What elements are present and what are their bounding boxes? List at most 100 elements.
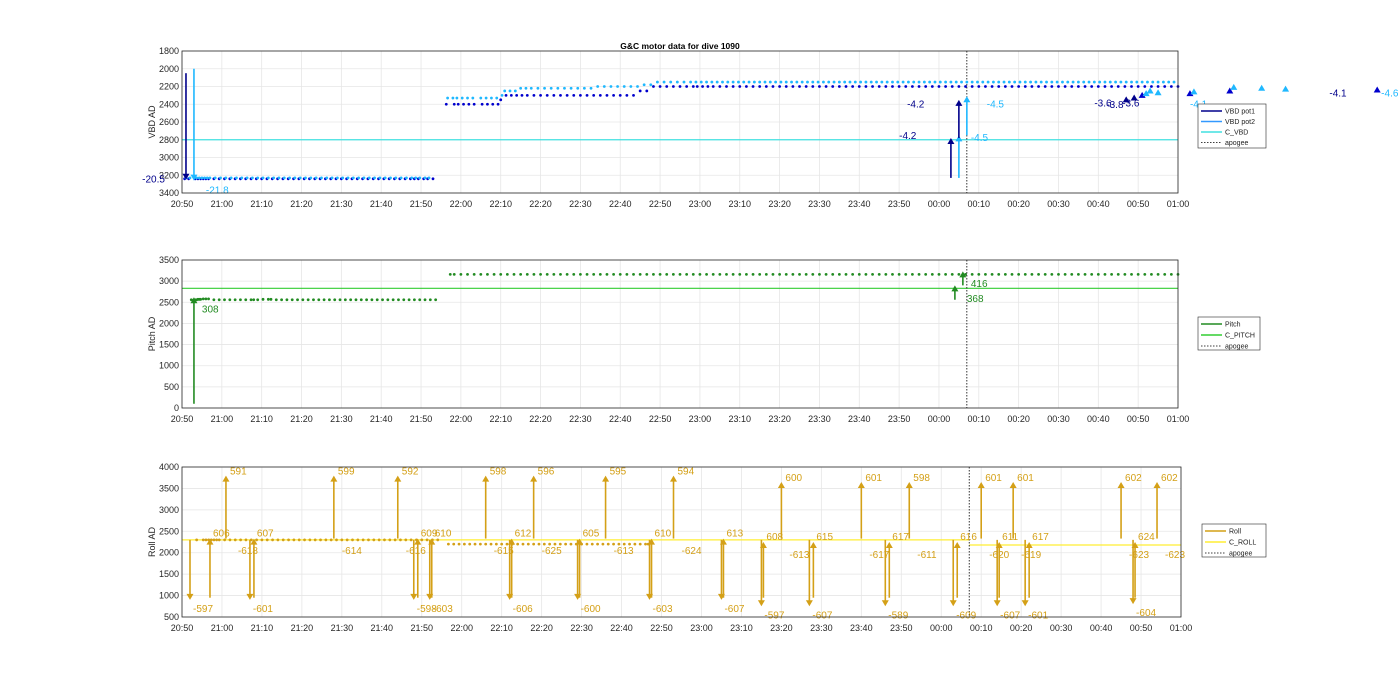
point-vbd-pot2 <box>832 80 836 84</box>
data-label: 610 <box>655 529 672 540</box>
point-pitch <box>296 298 299 302</box>
triangle-marker <box>1258 84 1266 91</box>
point-vbd-pot1 <box>585 93 589 97</box>
point-pitch <box>598 272 602 276</box>
point-pitch <box>418 298 422 302</box>
point-vbd-pot2 <box>410 176 414 180</box>
point-vbd-pot2 <box>589 86 593 90</box>
data-label: -617 <box>869 550 889 561</box>
data-label: -597 <box>193 604 213 615</box>
y-tick-label: 2200 <box>159 82 179 92</box>
point-vbd-pot2 <box>277 176 281 180</box>
y-tick-label: 3000 <box>159 153 179 163</box>
x-tick-label: 01:00 <box>1167 199 1190 209</box>
point-vbd-pot2 <box>293 176 297 180</box>
x-tick-label: 21:00 <box>211 414 234 424</box>
point-vbd-pot1 <box>1116 85 1120 88</box>
point-vbd-pot1 <box>957 85 961 88</box>
point-vbd-pot2 <box>1071 80 1075 84</box>
point-vbd-pot2 <box>662 80 666 84</box>
point-vbd-pot2 <box>848 80 852 84</box>
point-pitch <box>1130 272 1133 276</box>
data-label: 611 <box>1002 532 1018 543</box>
point-pitch <box>552 272 556 276</box>
point-pitch <box>731 272 735 276</box>
point-vbd-pot2 <box>250 176 254 180</box>
point-pitch <box>1150 272 1153 276</box>
point-vbd-pot2 <box>869 80 873 84</box>
point-vbd-pot2 <box>471 96 475 100</box>
data-label: 602 <box>1125 473 1142 484</box>
y-tick-label: 3000 <box>159 505 179 515</box>
point-roll <box>569 542 573 546</box>
point-vbd-pot2 <box>309 176 313 180</box>
point-vbd-pot1 <box>1169 85 1173 88</box>
y-tick-label: 4000 <box>159 462 179 472</box>
point-pitch <box>290 298 294 302</box>
data-label: -600 <box>581 604 601 615</box>
point-vbd-pot2 <box>1013 80 1017 84</box>
point-vbd-pot2 <box>795 80 799 84</box>
y-tick-label: 2000 <box>159 64 179 74</box>
point-vbd-pot1 <box>486 102 489 106</box>
data-label: 594 <box>678 467 695 478</box>
x-tick-label: 21:40 <box>370 199 393 209</box>
x-tick-label: 00:10 <box>968 414 991 424</box>
x-tick-label: 01:00 <box>1170 623 1193 633</box>
point-pitch <box>698 272 702 276</box>
point-vbd-pot2 <box>622 85 626 88</box>
point-vbd-pot2 <box>235 176 238 180</box>
x-tick-label: 23:20 <box>768 414 791 424</box>
point-pitch <box>930 272 934 276</box>
point-pitch <box>269 297 273 301</box>
data-label: -606 <box>513 604 533 615</box>
point-pitch <box>764 272 768 276</box>
point-vbd-pot1 <box>857 85 861 88</box>
point-vbd-pot1 <box>1163 85 1167 88</box>
point-roll <box>201 538 205 542</box>
point-vbd-pot2 <box>399 176 403 180</box>
x-tick-label: 00:00 <box>928 199 951 209</box>
point-roll <box>329 538 333 542</box>
point-vbd-pot1 <box>924 85 928 88</box>
point-roll <box>303 538 306 542</box>
point-vbd-pot2 <box>529 86 533 90</box>
point-vbd-pot2 <box>896 80 900 84</box>
point-vbd-pot1 <box>652 85 655 88</box>
point-pitch <box>274 298 278 302</box>
point-pitch <box>1003 272 1007 276</box>
legend-label: VBD pot1 <box>1225 109 1255 116</box>
data-label: 600 <box>785 473 802 484</box>
point-vbd-pot2 <box>901 80 905 84</box>
point-vbd-pot1 <box>496 102 500 106</box>
point-pitch <box>1090 272 1094 276</box>
figure: G&C motor data for dive 1090 20:50 21:00 2… <box>142 41 1399 633</box>
point-pitch <box>1063 272 1067 276</box>
point-vbd-pot2 <box>949 80 953 84</box>
point-pitch <box>784 272 788 276</box>
point-pitch <box>798 272 801 276</box>
point-pitch <box>559 272 562 276</box>
point-pitch <box>844 272 848 276</box>
point-roll <box>377 538 381 542</box>
point-vbd-pot2 <box>816 80 820 84</box>
point-vbd-pot2 <box>272 176 276 180</box>
point-vbd-pot2 <box>1124 80 1128 84</box>
point-vbd-pot2 <box>790 80 793 84</box>
point-vbd-pot2 <box>843 80 847 84</box>
point-vbd-pot2 <box>1050 80 1054 84</box>
point-vbd-pot2 <box>282 176 286 180</box>
point-vbd-pot2 <box>543 86 546 90</box>
point-pitch <box>984 272 987 276</box>
point-vbd-pot1 <box>731 85 735 88</box>
x-tick-label: 00:30 <box>1047 414 1070 424</box>
point-roll <box>585 542 589 546</box>
point-pitch <box>917 272 921 276</box>
point-vbd-pot1 <box>1130 85 1133 88</box>
data-label: -4.6 <box>1381 89 1399 100</box>
point-vbd-pot2 <box>875 80 878 84</box>
point-vbd-pot1 <box>917 85 921 88</box>
point-roll <box>195 538 199 542</box>
point-pitch <box>532 272 536 276</box>
y-tick-label: 0 <box>174 403 179 413</box>
